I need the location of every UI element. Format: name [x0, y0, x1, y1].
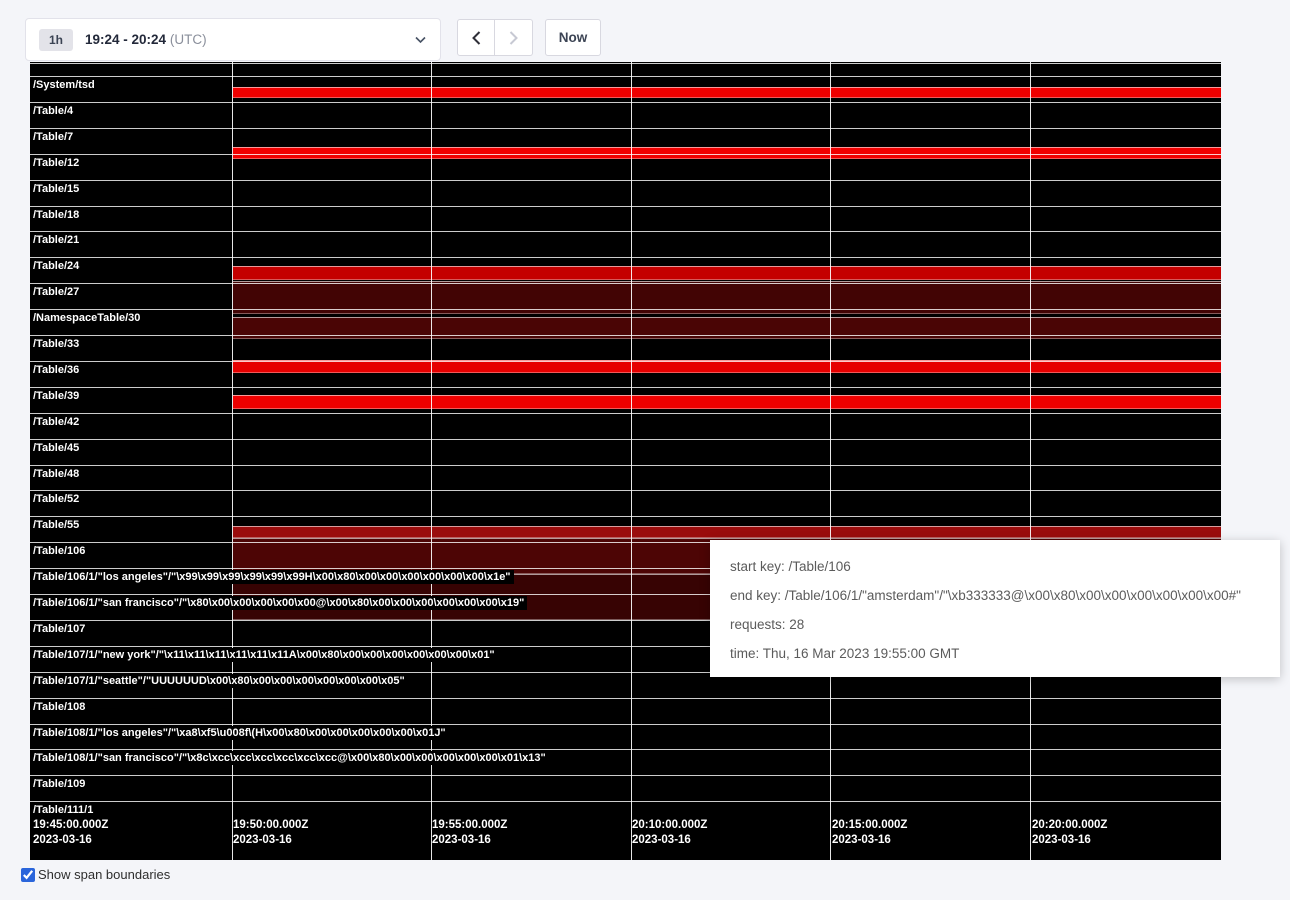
- row-key-label: /Table/4: [33, 104, 76, 118]
- show-span-boundaries-control: Show span boundaries: [21, 867, 170, 882]
- row-key-label: /Table/106/1/"san francisco"/"\x80\x00\x…: [33, 596, 527, 610]
- span-boundary-line: [30, 698, 1221, 699]
- time-range-dropdown[interactable]: 1h 19:24 - 20:24 (UTC): [25, 18, 441, 61]
- row-key-label: /Table/55: [33, 518, 82, 532]
- span-boundary-line: [30, 102, 1221, 103]
- span-boundary-line: [30, 231, 1221, 232]
- row-key-label: /Table/18: [33, 208, 82, 222]
- time-range-label: 19:24 - 20:24 (UTC): [85, 32, 207, 47]
- row-key-label: /Table/111/1: [33, 803, 96, 817]
- row-key-label: /Table/24: [33, 259, 82, 273]
- row-key-label: /Table/7: [33, 130, 76, 144]
- span-boundary-line: [30, 361, 1221, 362]
- span-boundary-line: [30, 439, 1221, 440]
- chevron-down-icon: [415, 36, 426, 44]
- span-boundary-line: [30, 749, 1221, 750]
- span-boundary-line: [30, 63, 1221, 64]
- now-button[interactable]: Now: [545, 19, 601, 56]
- chevron-left-icon: [472, 31, 481, 45]
- span-boundary-line: [30, 775, 1221, 776]
- span-boundary-line: [30, 516, 1221, 517]
- x-axis-tick-label: 20:20:00.000Z2023-03-16: [1032, 818, 1107, 848]
- span-boundary-line: [30, 76, 1221, 77]
- time-gridline: [431, 62, 432, 860]
- span-boundary-line: [30, 128, 1221, 129]
- span-boundary-line: [30, 413, 1221, 414]
- hot-range-band[interactable]: [233, 266, 1221, 280]
- time-pager: [457, 19, 533, 56]
- row-key-label: /Table/108: [33, 700, 88, 714]
- row-key-label: /Table/42: [33, 415, 82, 429]
- row-key-label: /Table/21: [33, 233, 82, 247]
- span-boundary-line: [30, 387, 1221, 388]
- span-boundary-line: [30, 206, 1221, 207]
- span-boundary-line: [30, 465, 1221, 466]
- time-preset-badge: 1h: [39, 29, 73, 51]
- row-key-label: /NamespaceTable/30: [33, 311, 143, 325]
- span-boundary-line: [30, 801, 1221, 802]
- tooltip-requests: requests: 28: [730, 617, 1268, 632]
- row-key-label: /Table/36: [33, 363, 82, 377]
- prev-range-button[interactable]: [457, 19, 495, 56]
- row-key-label: /Table/106/1/"los angeles"/"\x99\x99\x99…: [33, 570, 514, 584]
- span-boundary-line: [30, 309, 1221, 310]
- row-key-label: /Table/106: [33, 544, 88, 558]
- time-gridline: [830, 62, 831, 860]
- show-span-boundaries-checkbox[interactable]: [21, 868, 35, 882]
- row-key-label: /Table/33: [33, 337, 82, 351]
- row-key-label: /Table/27: [33, 285, 82, 299]
- row-key-label: /Table/107/1/"new york"/"\x11\x11\x11\x1…: [33, 648, 498, 662]
- timezone-label: (UTC): [170, 32, 207, 47]
- row-key-label: /Table/48: [33, 467, 82, 481]
- row-key-label: /Table/12: [33, 156, 82, 170]
- hot-range-band[interactable]: [233, 87, 1221, 98]
- x-axis-tick-label: 19:45:00.000Z2023-03-16: [33, 818, 108, 848]
- hot-range-band[interactable]: [233, 395, 1221, 409]
- row-key-label: /Table/108/1/"san francisco"/"\x8c\xcc\x…: [33, 751, 549, 765]
- row-key-label: /Table/107/1/"seattle"/"UUUUUUD\x00\x80\…: [33, 674, 408, 688]
- x-axis-tick-label: 20:15:00.000Z2023-03-16: [832, 818, 907, 848]
- row-key-label: /Table/39: [33, 389, 82, 403]
- row-key-label: /Table/52: [33, 492, 82, 506]
- span-boundary-line: [30, 283, 1221, 284]
- x-axis-tick-label: 19:55:00.000Z2023-03-16: [432, 818, 507, 848]
- show-span-boundaries-label: Show span boundaries: [38, 867, 170, 882]
- next-range-button[interactable]: [495, 19, 533, 56]
- row-key-label: /Table/109: [33, 777, 88, 791]
- row-key-label: /Table/108/1/"los angeles"/"\xa8\xf5\u00…: [33, 726, 449, 740]
- x-axis-tick-label: 20:10:00.000Z2023-03-16: [632, 818, 707, 848]
- time-range-value: 19:24 - 20:24: [85, 32, 166, 47]
- span-boundary-line: [30, 180, 1221, 181]
- tooltip-end-key: end key: /Table/106/1/"amsterdam"/"\xb33…: [730, 588, 1268, 603]
- row-key-label: /System/tsd: [33, 78, 98, 92]
- span-boundary-line: [30, 724, 1221, 725]
- tooltip-start-key: start key: /Table/106: [730, 559, 1268, 574]
- span-boundary-line: [30, 154, 1221, 155]
- x-axis-tick-label: 19:50:00.000Z2023-03-16: [233, 818, 308, 848]
- time-gridline: [232, 62, 233, 860]
- toolbar: 1h 19:24 - 20:24 (UTC) Now: [25, 18, 601, 61]
- hot-range-band[interactable]: [233, 360, 1221, 373]
- span-boundary-line: [30, 257, 1221, 258]
- keyspace-heatmap-canvas[interactable]: /System/tsd/Table/4/Table/7/Table/12/Tab…: [30, 62, 1221, 860]
- tooltip-time: time: Thu, 16 Mar 2023 19:55:00 GMT: [730, 646, 1268, 661]
- row-key-label: /Table/107: [33, 622, 88, 636]
- time-gridline: [1030, 62, 1031, 860]
- span-boundary-line: [30, 490, 1221, 491]
- row-key-label: /Table/45: [33, 441, 82, 455]
- row-key-label: /Table/15: [33, 182, 82, 196]
- span-boundary-line: [30, 335, 1221, 336]
- span-tooltip: start key: /Table/106 end key: /Table/10…: [710, 540, 1280, 677]
- time-gridline: [631, 62, 632, 860]
- hot-range-band[interactable]: [233, 526, 1221, 538]
- chevron-right-icon: [509, 31, 518, 45]
